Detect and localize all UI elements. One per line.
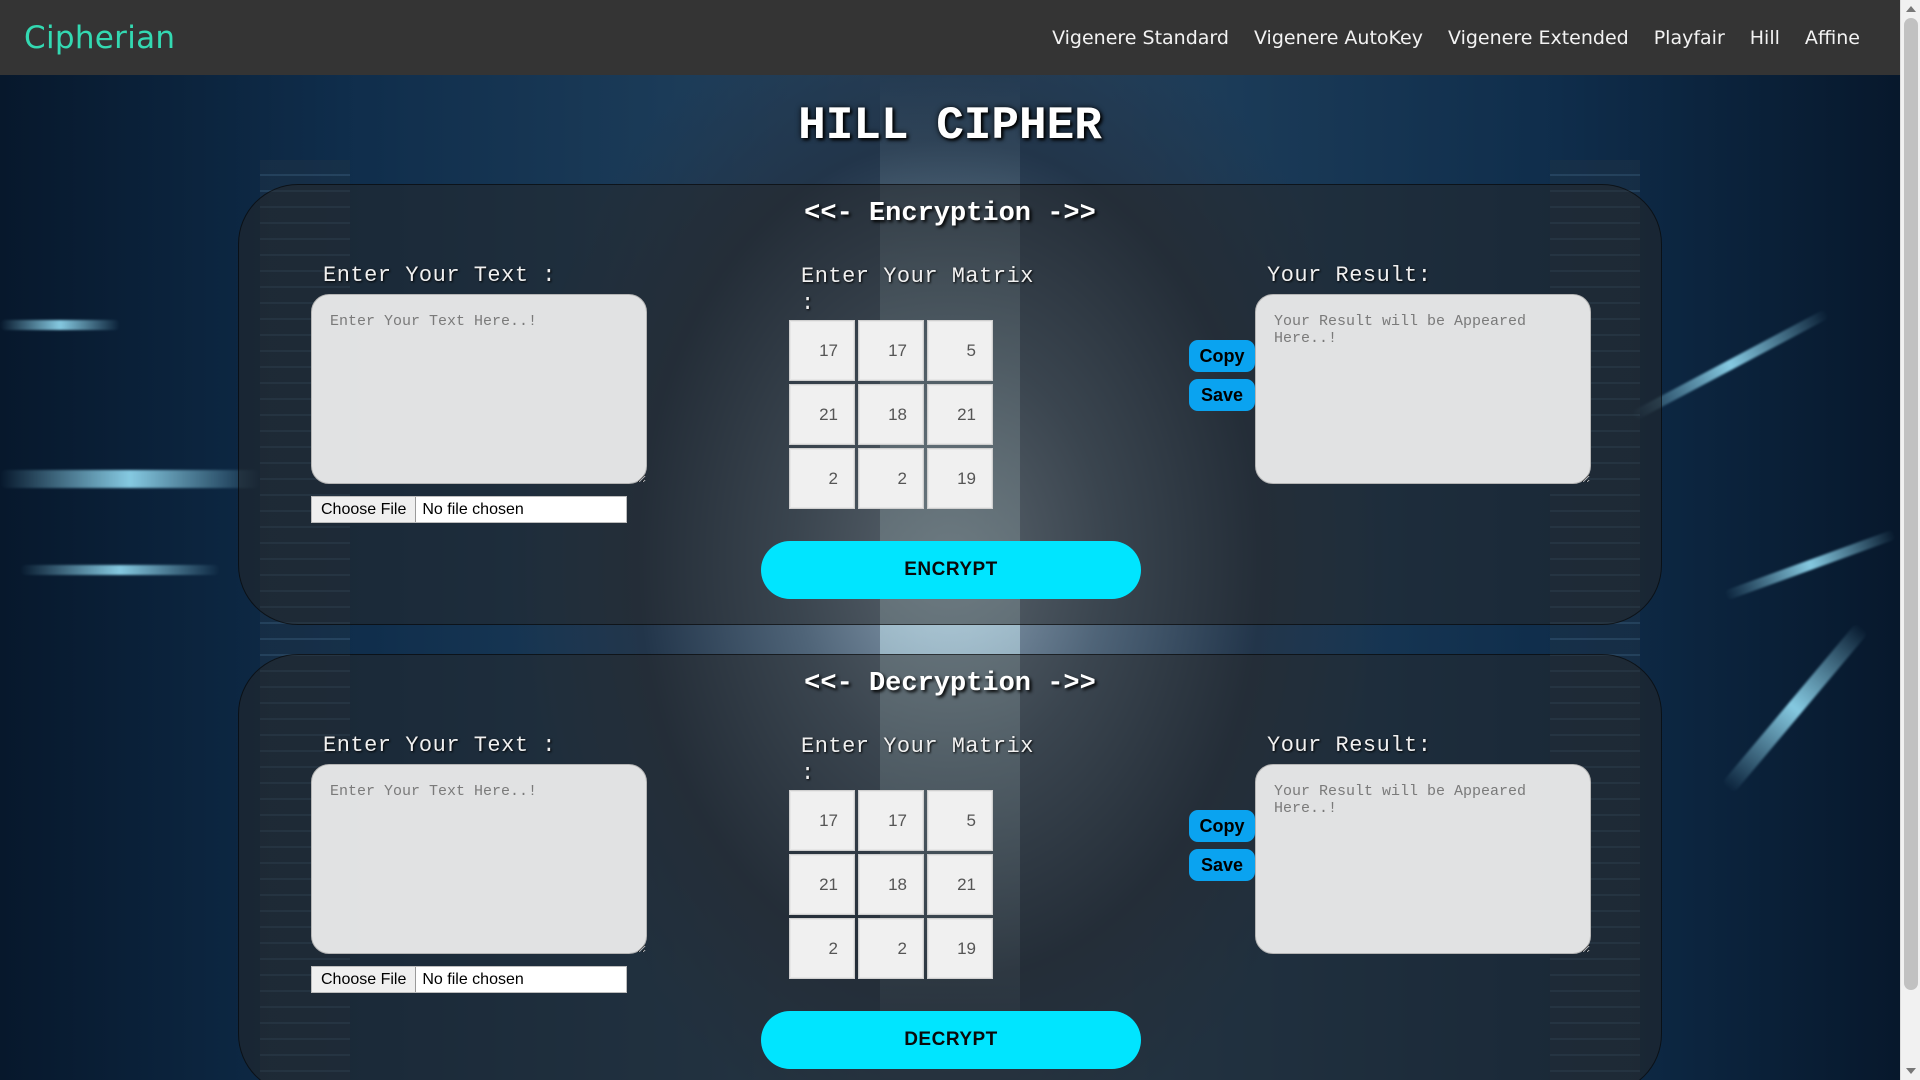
matrix-cell[interactable]: 2 <box>858 918 924 979</box>
page-scrollbar[interactable] <box>1900 0 1920 1080</box>
decryption-copy-button[interactable]: Copy <box>1189 810 1255 842</box>
matrix-cell[interactable]: 18 <box>858 384 924 445</box>
matrix-cell[interactable]: 18 <box>858 854 924 915</box>
decryption-title: <<- Decryption ->> <box>804 669 1096 699</box>
decryption-matrix-label: Enter Your Matrix : <box>801 734 1034 786</box>
encrypt-button[interactable]: ENCRYPT <box>761 541 1141 599</box>
encryption-file-input[interactable]: Choose File No file chosen <box>311 496 627 523</box>
matrix-cell[interactable]: 17 <box>789 790 855 851</box>
decryption-panel: <<- Decryption ->> Enter Your Text : Cho… <box>238 654 1662 1080</box>
scroll-up-arrow-icon[interactable] <box>1906 6 1916 12</box>
matrix-cell[interactable]: 21 <box>789 854 855 915</box>
nav-links: Vigenere Standard Vigenere AutoKey Vigen… <box>1052 27 1860 49</box>
decryption-text-input[interactable] <box>311 764 647 954</box>
decryption-file-status: No file chosen <box>422 970 524 988</box>
matrix-cell[interactable]: 21 <box>927 384 993 445</box>
light-streak <box>1721 622 1869 794</box>
brand-logo[interactable]: Cipherian <box>24 20 175 56</box>
matrix-cell[interactable]: 17 <box>858 790 924 851</box>
nav-vigenere-standard[interactable]: Vigenere Standard <box>1052 27 1229 49</box>
encryption-matrix-label: Enter Your Matrix : <box>801 264 1034 316</box>
matrix-cell[interactable]: 21 <box>927 854 993 915</box>
matrix-cell[interactable]: 2 <box>789 918 855 979</box>
decryption-save-button[interactable]: Save <box>1189 849 1255 881</box>
encryption-file-status: No file chosen <box>422 500 524 518</box>
decrypt-button[interactable]: DECRYPT <box>761 1011 1141 1069</box>
encryption-save-button[interactable]: Save <box>1189 379 1255 411</box>
matrix-cell[interactable]: 17 <box>858 320 924 381</box>
encryption-panel: <<- Encryption ->> Enter Your Text : Cho… <box>238 184 1662 625</box>
encryption-result-label: Your Result: <box>1267 263 1432 288</box>
decryption-file-input[interactable]: Choose File No file chosen <box>311 966 627 993</box>
decryption-choose-file-button[interactable]: Choose File <box>312 967 417 992</box>
encryption-matrix: 17 17 5 21 18 21 2 2 19 <box>789 320 993 509</box>
light-streak <box>1723 529 1897 601</box>
nav-vigenere-extended[interactable]: Vigenere Extended <box>1448 27 1629 49</box>
matrix-cell[interactable]: 19 <box>927 448 993 509</box>
decryption-result-output[interactable] <box>1255 764 1591 954</box>
matrix-cell[interactable]: 5 <box>927 320 993 381</box>
encryption-text-input[interactable] <box>311 294 647 484</box>
light-streak <box>0 470 260 488</box>
matrix-cell[interactable]: 5 <box>927 790 993 851</box>
navbar: Cipherian Vigenere Standard Vigenere Aut… <box>0 0 1900 75</box>
scroll-down-arrow-icon[interactable] <box>1906 1068 1916 1074</box>
matrix-cell[interactable]: 21 <box>789 384 855 445</box>
page-title: HILL CIPHER <box>798 100 1102 152</box>
encryption-text-label: Enter Your Text : <box>323 263 556 288</box>
decryption-result-label: Your Result: <box>1267 733 1432 758</box>
decryption-matrix: 17 17 5 21 18 21 2 2 19 <box>789 790 993 979</box>
nav-affine[interactable]: Affine <box>1805 27 1860 49</box>
nav-hill[interactable]: Hill <box>1750 27 1780 49</box>
nav-playfair[interactable]: Playfair <box>1654 27 1725 49</box>
decryption-text-label: Enter Your Text : <box>323 733 556 758</box>
scroll-thumb[interactable] <box>1904 18 1918 990</box>
light-streak <box>20 565 220 575</box>
encryption-copy-button[interactable]: Copy <box>1189 340 1255 372</box>
matrix-cell[interactable]: 19 <box>927 918 993 979</box>
nav-vigenere-autokey[interactable]: Vigenere AutoKey <box>1254 27 1423 49</box>
matrix-cell[interactable]: 2 <box>858 448 924 509</box>
light-streak <box>0 320 120 330</box>
encryption-choose-file-button[interactable]: Choose File <box>312 497 417 522</box>
encryption-result-output[interactable] <box>1255 294 1591 484</box>
encryption-title: <<- Encryption ->> <box>804 199 1096 229</box>
matrix-cell[interactable]: 2 <box>789 448 855 509</box>
matrix-cell[interactable]: 17 <box>789 320 855 381</box>
